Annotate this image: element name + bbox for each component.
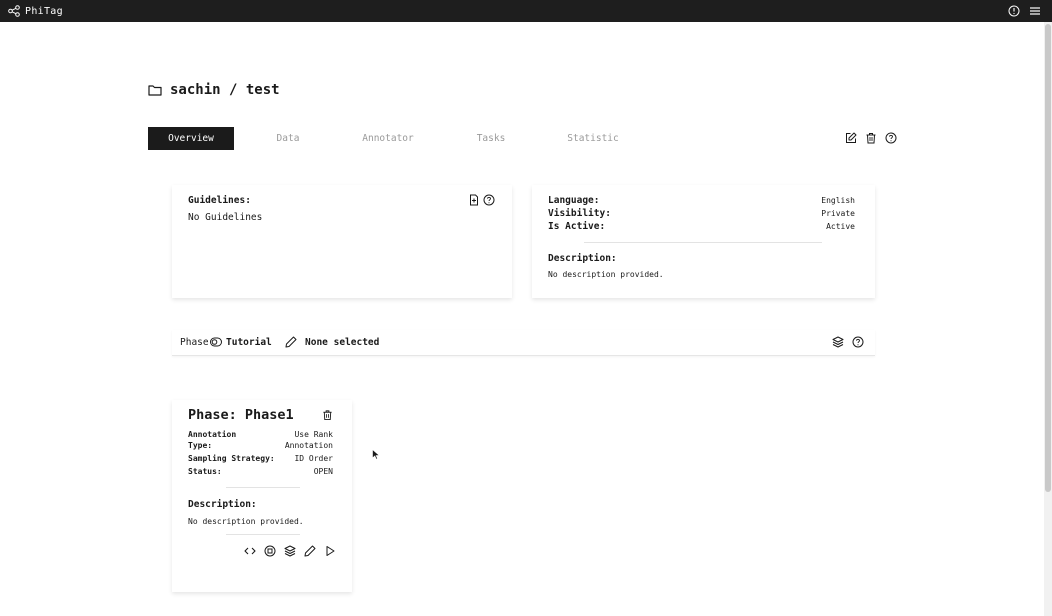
is-active-value: Active [826,222,855,231]
is-active-label: Is Active: [548,221,606,232]
scrollbar-thumb[interactable] [1045,24,1051,492]
annotation-type-value-line2: Annotation [284,441,333,450]
tutorial-label[interactable]: Tutorial [226,337,272,348]
layers-icon[interactable] [282,543,297,558]
sampling-strategy-value: ID Order [294,454,333,463]
play-icon[interactable] [322,543,337,558]
annotation-type-label-line2: Type: [188,441,213,450]
sampling-strategy-label: Sampling Strategy: [188,454,275,463]
description-value: No description provided. [548,270,664,279]
code-icon[interactable] [242,543,257,558]
edit-icon[interactable] [844,131,858,145]
phase-title: Phase: Phase1 [188,407,294,423]
tab-tasks[interactable]: Tasks [434,127,548,150]
tab-statistic[interactable]: Statistic [548,127,638,150]
guidelines-heading: Guidelines: [188,195,251,206]
language-label: Language: [548,195,600,206]
phase-toolbar: Phase Tutorial None selected [172,330,875,356]
description-label: Description: [548,253,617,264]
page-title: sachin / test [148,82,280,98]
divider [226,487,300,488]
layers-icon[interactable] [832,336,844,348]
tab-annotator[interactable]: Annotator [342,127,434,150]
trash-icon[interactable] [864,131,878,145]
divider [226,534,300,535]
tab-overview[interactable]: Overview [148,127,234,150]
project-meta-card: Language: English Visibility: Private Is… [532,185,875,298]
phase-description-value: No description provided. [188,517,304,526]
trash-icon[interactable] [322,409,333,421]
share-nodes-icon [8,5,20,17]
annotation-type-label-line1: Annotation [188,430,237,439]
project-title: sachin / test [170,82,280,98]
help-circle-icon[interactable] [852,336,864,348]
toggle-icon[interactable] [210,337,222,347]
vertical-scrollbar[interactable] [1044,22,1052,616]
status-label: Status: [188,467,222,476]
tab-data[interactable]: Data [234,127,342,150]
help-circle-icon[interactable] [483,194,495,206]
help-circle-icon[interactable] [1006,3,1021,18]
guidelines-value: No Guidelines [188,212,263,223]
help-circle-icon[interactable] [884,131,898,145]
phase-card: Phase: Phase1 Annotation Type: Use Rank … [172,400,352,592]
divider [584,242,822,243]
project-tabs: Overview Data Annotator Tasks Statistic [148,127,638,150]
brand-name: PhiTag [25,5,63,17]
pencil-icon[interactable] [302,543,317,558]
file-add-icon[interactable] [468,194,480,206]
phase-label: Phase [180,337,209,348]
mouse-cursor-icon [372,449,380,460]
phase-description-label: Description: [188,499,257,510]
stop-circle-icon[interactable] [262,543,277,558]
visibility-value: Private [821,209,855,218]
status-value: OPEN [313,467,333,476]
language-value: English [821,196,855,205]
selection-label: None selected [305,337,380,348]
brand-link[interactable]: PhiTag [8,5,63,17]
top-navbar: PhiTag [0,0,1052,22]
visibility-label: Visibility: [548,208,611,219]
annotation-type-value-line1: Use Rank [294,430,333,439]
guidelines-card: Guidelines: No Guidelines [172,185,512,298]
pencil-icon[interactable] [285,336,297,348]
hamburger-menu-icon[interactable] [1027,3,1042,18]
folder-icon [148,84,162,96]
